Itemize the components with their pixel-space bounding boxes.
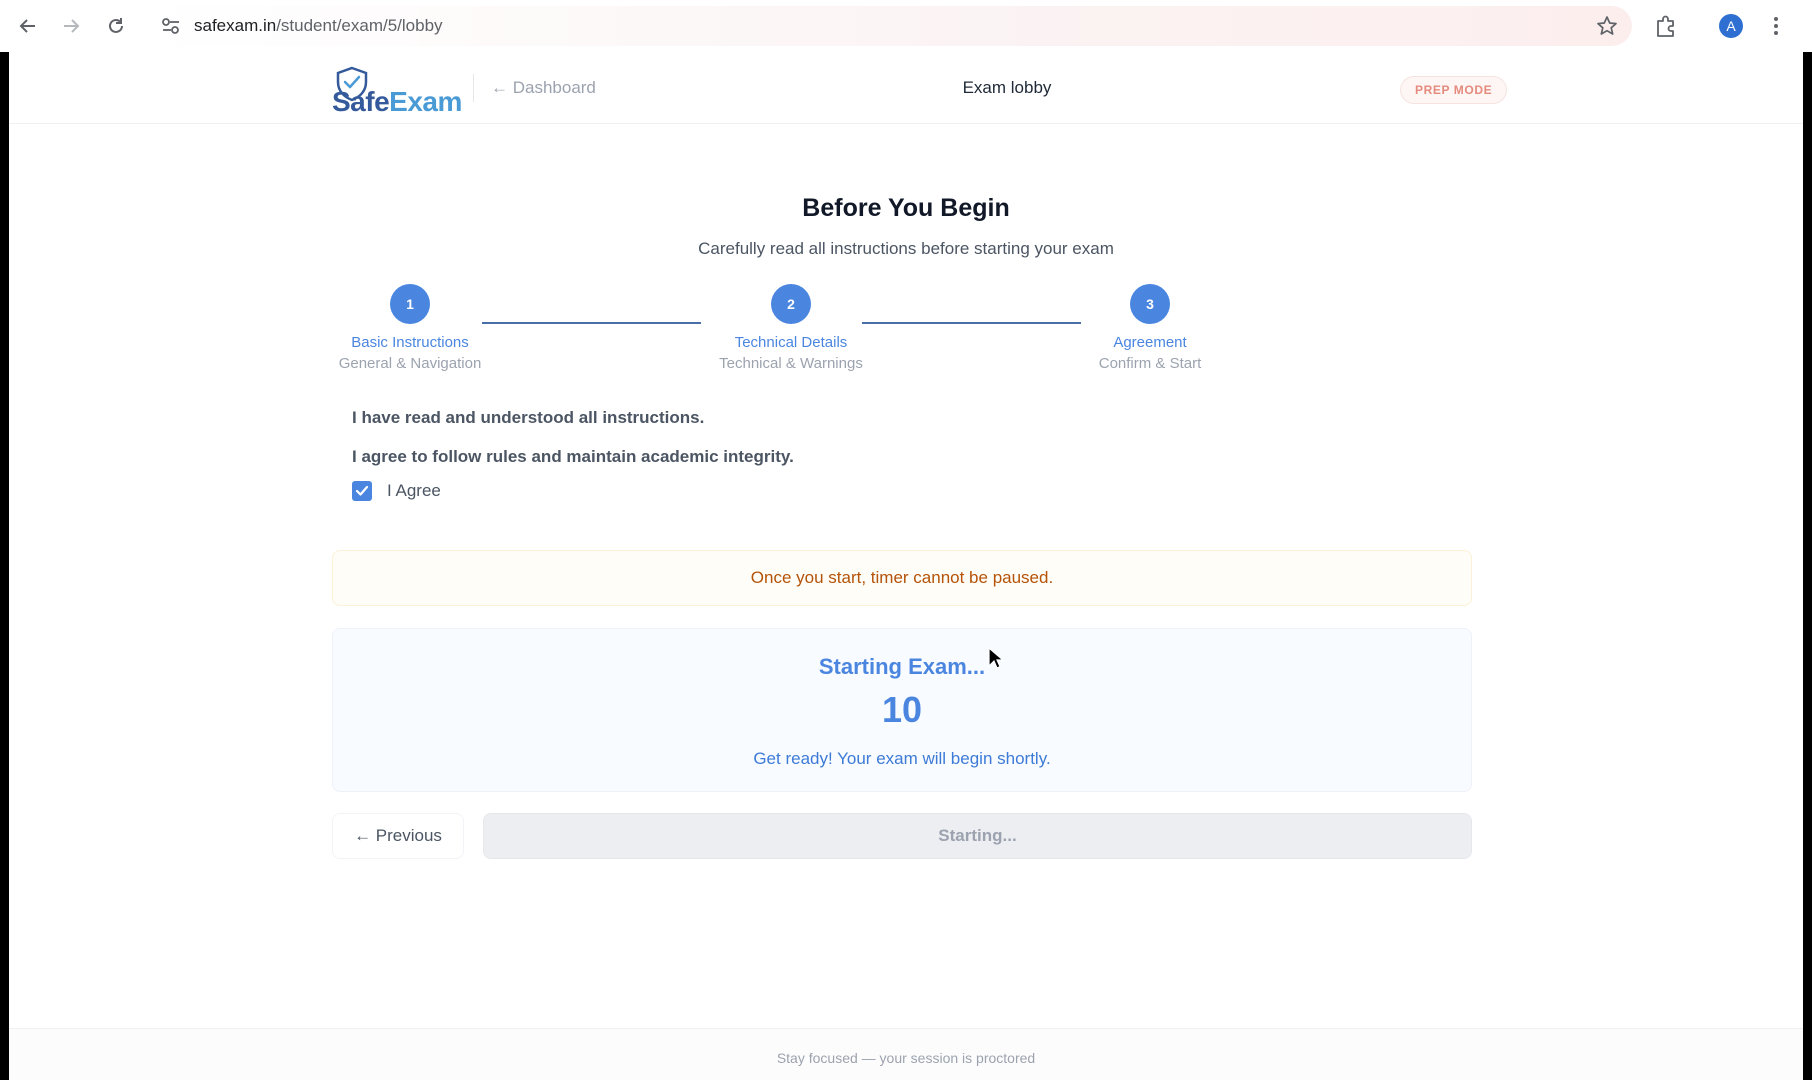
step-connector [862,322,1081,324]
extensions-icon[interactable] [1652,12,1680,40]
reload-icon[interactable] [100,12,132,40]
step-connector [482,322,701,324]
browser-menu-icon[interactable] [1766,12,1786,40]
step-label: Technical Details [734,334,848,351]
timer-warning-banner: Once you start, timer cannot be paused. [332,550,1472,606]
site-info-icon[interactable] [160,16,182,36]
profile-avatar[interactable]: A [1719,14,1743,38]
countdown-title: Starting Exam... [818,654,986,679]
url-text[interactable]: safexam.in/student/exam/5/lobby [194,16,443,36]
step-technical-details[interactable]: 2 Technical Details Technical & Warnings [701,284,881,372]
timer-warning-text: Once you start, timer cannot be paused. [750,568,1054,587]
agreement-statement-integrity: I agree to follow rules and maintain aca… [352,447,794,466]
main-heading: Before You Begin [802,194,1010,222]
checkmark-icon [355,485,369,496]
step-number: 2 [771,284,811,324]
countdown-panel: Starting Exam... 10 Get ready! Your exam… [332,628,1472,792]
previous-button[interactable]: ← Previous [332,813,464,859]
agree-checkbox-row[interactable]: I Agree [352,480,441,502]
step-label: Agreement [1113,334,1187,351]
header-divider [473,74,474,102]
back-arrow-icon[interactable] [12,12,44,40]
bookmark-star-icon[interactable] [1596,15,1618,37]
step-label: Basic Instructions [351,334,469,351]
step-basic-instructions[interactable]: 1 Basic Instructions General & Navigatio… [320,284,500,372]
app-header: SafeExam ← Dashboard Exam lobby PREP MOD… [9,52,1803,124]
forward-arrow-icon[interactable] [55,12,87,40]
start-exam-button[interactable]: Starting... [483,813,1472,859]
step-sublabel: General & Navigation [338,355,482,372]
proctoring-footer: Stay focused — your session is proctored [9,1028,1803,1080]
safeexam-logo[interactable]: SafeExam [322,66,462,117]
step-sublabel: Confirm & Start [1098,355,1202,372]
agree-checkbox-label[interactable]: I Agree [387,481,441,501]
logo-safe-text: Safe [332,86,390,117]
countdown-number: 10 [881,689,923,730]
page-title: Exam lobby [962,78,1052,97]
main-subheading: Carefully read all instructions before s… [698,239,1114,258]
countdown-message: Get ready! Your exam will begin shortly. [753,749,1051,768]
mouse-cursor-icon [988,646,1005,671]
address-bar[interactable]: safexam.in/student/exam/5/lobby [148,6,1632,46]
page: SafeExam ← Dashboard Exam lobby PREP MOD… [9,52,1803,1080]
dashboard-back-link[interactable]: ← Dashboard [491,78,596,98]
step-sublabel: Technical & Warnings [719,355,863,372]
prep-mode-badge: PREP MODE [1400,76,1508,104]
step-number: 3 [1130,284,1170,324]
logo-exam-text: Exam [389,86,462,117]
footer-text: Stay focused — your session is proctored [776,1050,1036,1066]
agree-checkbox[interactable] [352,481,372,501]
step-number: 1 [390,284,430,324]
browser-toolbar: safexam.in/student/exam/5/lobby A [0,0,1812,52]
agreement-statement-read: I have read and understood all instructi… [352,408,705,427]
step-agreement[interactable]: 3 Agreement Confirm & Start [1060,284,1240,372]
